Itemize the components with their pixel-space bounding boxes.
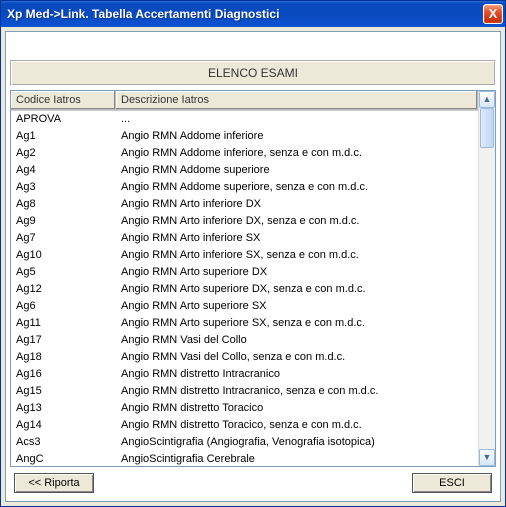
cell-desc: Angio RMN Vasi del Collo, senza e con m.… <box>116 349 478 366</box>
table-row[interactable]: Ag13Angio RMN distretto Toracico <box>11 400 478 417</box>
cell-code: Ag14 <box>11 417 116 434</box>
table-row[interactable]: Ag7Angio RMN Arto inferiore SX <box>11 230 478 247</box>
cell-code: Ag9 <box>11 213 116 230</box>
column-header-desc[interactable]: Descrizione Iatros <box>116 91 478 110</box>
table-row[interactable]: Ag2Angio RMN Addome inferiore, senza e c… <box>11 145 478 162</box>
cell-desc: Angio RMN distretto Toracico, senza e co… <box>116 417 478 434</box>
cell-desc: Angio RMN Addome inferiore, senza e con … <box>116 145 478 162</box>
close-icon[interactable]: X <box>483 4 503 24</box>
cell-code: Ag4 <box>11 162 116 179</box>
table-row[interactable]: Ag17Angio RMN Vasi del Collo <box>11 332 478 349</box>
titlebar[interactable]: Xp Med->Link. Tabella Accertamenti Diagn… <box>1 1 505 27</box>
cell-desc: AngioScintigrafia (Angiografia, Venograf… <box>116 434 478 451</box>
cell-code: AngC <box>11 451 116 466</box>
cell-code: Ag6 <box>11 298 116 315</box>
client-area: ELENCO ESAMI Codice Iatros Descrizione I… <box>5 31 501 502</box>
table-row[interactable]: AngCAngioScintigrafia Cerebrale <box>11 451 478 466</box>
cell-desc: Angio RMN Arto inferiore DX <box>116 196 478 213</box>
table-row[interactable]: Ag4Angio RMN Addome superiore <box>11 162 478 179</box>
cell-desc: Angio RMN Addome superiore, senza e con … <box>116 179 478 196</box>
cell-code: Ag11 <box>11 315 116 332</box>
esci-button[interactable]: ESCI <box>412 473 492 493</box>
table-row[interactable]: Ag18Angio RMN Vasi del Collo, senza e co… <box>11 349 478 366</box>
listview-header: Codice Iatros Descrizione Iatros <box>11 91 478 111</box>
vertical-scrollbar[interactable]: ▲ ▼ <box>478 91 495 466</box>
table-row[interactable]: Ag10Angio RMN Arto inferiore SX, senza e… <box>11 247 478 264</box>
cell-code: Ag7 <box>11 230 116 247</box>
cell-code: APROVA <box>11 111 116 128</box>
cell-desc: ... <box>116 111 478 128</box>
table-row[interactable]: APROVA... <box>11 111 478 128</box>
cell-desc: Angio RMN Arto inferiore DX, senza e con… <box>116 213 478 230</box>
cell-code: Ag16 <box>11 366 116 383</box>
exam-listview[interactable]: Codice Iatros Descrizione Iatros APROVA.… <box>11 91 478 466</box>
footer-spacer <box>102 473 404 493</box>
cell-desc: Angio RMN Arto superiore DX <box>116 264 478 281</box>
toolbar-spacer <box>10 36 496 60</box>
cell-code: Ag10 <box>11 247 116 264</box>
scroll-track[interactable] <box>479 108 495 449</box>
cell-code: Ag18 <box>11 349 116 366</box>
cell-desc: Angio RMN Arto superiore SX <box>116 298 478 315</box>
column-header-code[interactable]: Codice Iatros <box>11 91 116 110</box>
scroll-up-icon[interactable]: ▲ <box>479 91 495 108</box>
listview-container: Codice Iatros Descrizione Iatros APROVA.… <box>10 90 496 467</box>
listview-body: APROVA...Ag1Angio RMN Addome inferioreAg… <box>11 111 478 466</box>
riporta-button[interactable]: << Riporta <box>14 473 94 493</box>
scroll-down-icon[interactable]: ▼ <box>479 449 495 466</box>
app-window: Xp Med->Link. Tabella Accertamenti Diagn… <box>0 0 506 507</box>
cell-code: Ag12 <box>11 281 116 298</box>
table-row[interactable]: Ag9Angio RMN Arto inferiore DX, senza e … <box>11 213 478 230</box>
cell-desc: Angio RMN distretto Intracranico, senza … <box>116 383 478 400</box>
cell-code: Ag8 <box>11 196 116 213</box>
footer: << Riporta ESCI <box>10 467 496 497</box>
cell-desc: Angio RMN Arto inferiore SX, senza e con… <box>116 247 478 264</box>
cell-code: Ag13 <box>11 400 116 417</box>
panel-title: ELENCO ESAMI <box>10 60 496 86</box>
cell-code: Acs3 <box>11 434 116 451</box>
cell-desc: AngioScintigrafia Cerebrale <box>116 451 478 466</box>
cell-desc: Angio RMN Arto superiore SX, senza e con… <box>116 315 478 332</box>
cell-desc: Angio RMN distretto Toracico <box>116 400 478 417</box>
table-row[interactable]: Ag8Angio RMN Arto inferiore DX <box>11 196 478 213</box>
table-row[interactable]: Ag6Angio RMN Arto superiore SX <box>11 298 478 315</box>
table-row[interactable]: Ag1Angio RMN Addome inferiore <box>11 128 478 145</box>
cell-desc: Angio RMN Addome inferiore <box>116 128 478 145</box>
table-row[interactable]: Ag15Angio RMN distretto Intracranico, se… <box>11 383 478 400</box>
cell-desc: Angio RMN Vasi del Collo <box>116 332 478 349</box>
table-row[interactable]: Ag11Angio RMN Arto superiore SX, senza e… <box>11 315 478 332</box>
table-row[interactable]: Ag12Angio RMN Arto superiore DX, senza e… <box>11 281 478 298</box>
cell-code: Ag3 <box>11 179 116 196</box>
table-row[interactable]: Ag5Angio RMN Arto superiore DX <box>11 264 478 281</box>
cell-code: Ag17 <box>11 332 116 349</box>
cell-desc: Angio RMN distretto Intracranico <box>116 366 478 383</box>
table-row[interactable]: Ag16Angio RMN distretto Intracranico <box>11 366 478 383</box>
table-row[interactable]: Ag3Angio RMN Addome superiore, senza e c… <box>11 179 478 196</box>
cell-desc: Angio RMN Arto inferiore SX <box>116 230 478 247</box>
cell-code: Ag5 <box>11 264 116 281</box>
cell-code: Ag15 <box>11 383 116 400</box>
cell-desc: Angio RMN Arto superiore DX, senza e con… <box>116 281 478 298</box>
table-row[interactable]: Ag14Angio RMN distretto Toracico, senza … <box>11 417 478 434</box>
window-title: Xp Med->Link. Tabella Accertamenti Diagn… <box>7 7 483 21</box>
scroll-thumb[interactable] <box>480 108 494 148</box>
cell-code: Ag2 <box>11 145 116 162</box>
table-row[interactable]: Acs3AngioScintigrafia (Angiografia, Veno… <box>11 434 478 451</box>
cell-desc: Angio RMN Addome superiore <box>116 162 478 179</box>
cell-code: Ag1 <box>11 128 116 145</box>
